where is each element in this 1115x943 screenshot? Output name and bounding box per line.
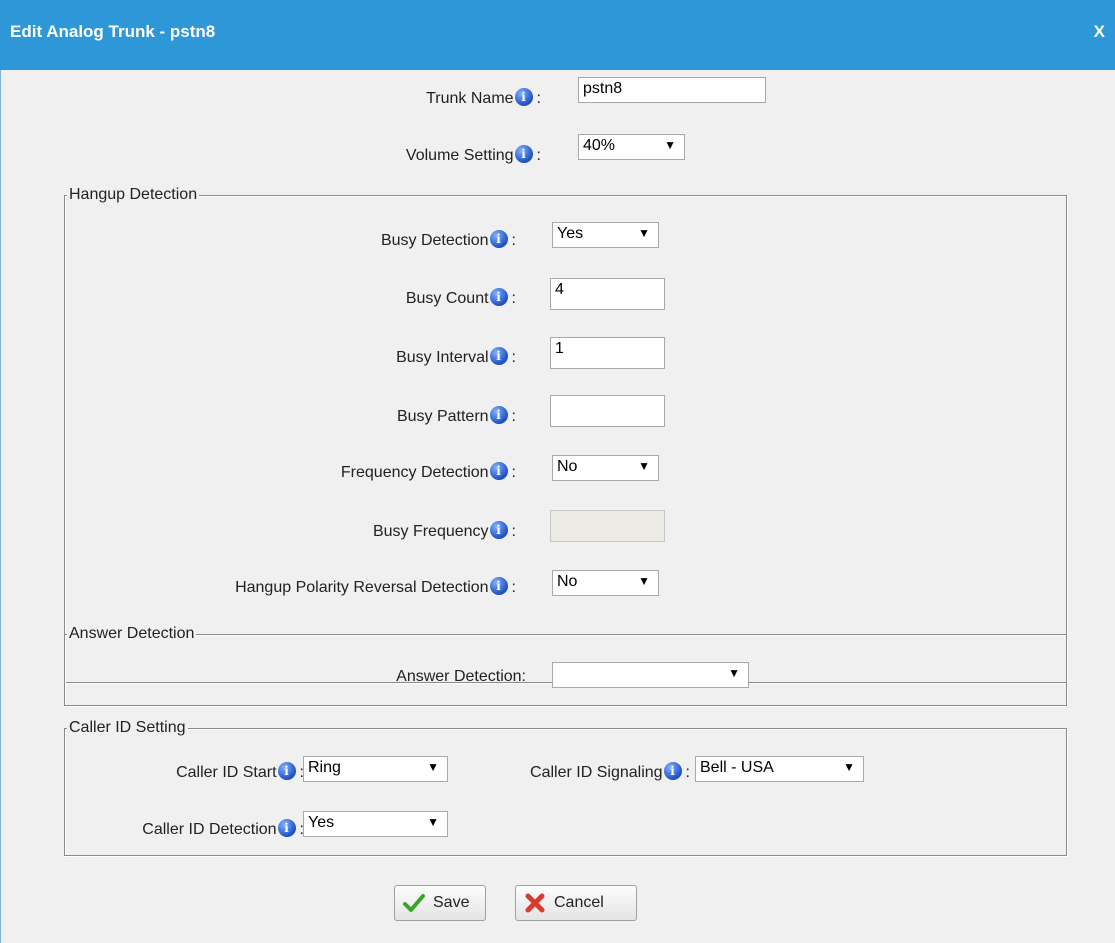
cancel-button[interactable]: Cancel	[515, 885, 637, 921]
checkmark-icon	[403, 892, 425, 914]
chevron-down-icon: ▼	[638, 226, 650, 240]
info-icon[interactable]: i	[514, 88, 533, 106]
chevron-down-icon: ▼	[638, 574, 650, 588]
dialog-title-bar[interactable]: Edit Analog Trunk - pstn8 X	[0, 0, 1115, 70]
chevron-down-icon: ▼	[664, 138, 676, 152]
caller-id-setting-legend: Caller ID Setting	[67, 719, 188, 737]
close-button[interactable]: X	[1094, 22, 1105, 42]
chevron-down-icon: ▼	[427, 815, 439, 829]
busy-count-input[interactable]: 4	[550, 278, 665, 310]
frequency-detection-select[interactable]: No ▼	[552, 455, 659, 481]
answer-detection-legend: Answer Detection	[67, 625, 197, 643]
frequency-detection-label: Frequency Detection i:	[340, 462, 516, 481]
chevron-down-icon: ▼	[728, 666, 740, 680]
info-icon[interactable]: i	[489, 521, 508, 539]
info-icon[interactable]: i	[277, 762, 296, 780]
save-button[interactable]: Save	[394, 885, 486, 921]
info-icon[interactable]: i	[514, 145, 533, 163]
info-icon[interactable]: i	[489, 462, 508, 480]
info-icon[interactable]: i	[489, 406, 508, 424]
busy-interval-input[interactable]: 1	[550, 337, 665, 369]
volume-setting-label: Volume Setting i:	[405, 145, 541, 164]
chevron-down-icon: ▼	[427, 760, 439, 774]
trunk-name-label: Trunk Name i:	[426, 88, 541, 107]
polarity-reversal-select[interactable]: No ▼	[552, 570, 659, 596]
hangup-detection-legend: Hangup Detection	[67, 186, 200, 204]
hangup-detection-group	[64, 195, 1067, 683]
caller-id-start-label: Caller ID Start i:	[176, 762, 304, 781]
dialog-title: Edit Analog Trunk - pstn8	[10, 22, 216, 41]
busy-interval-label: Busy Interval i:	[396, 347, 516, 366]
info-icon[interactable]: i	[489, 288, 508, 306]
caller-id-detection-select[interactable]: Yes ▼	[303, 811, 448, 837]
chevron-down-icon: ▼	[843, 760, 855, 774]
info-icon[interactable]: i	[277, 819, 296, 837]
caller-id-signaling-select[interactable]: Bell - USA ▼	[695, 756, 864, 782]
cross-icon	[524, 892, 546, 914]
caller-id-signaling-label: Caller ID Signaling i:	[530, 762, 690, 781]
info-icon[interactable]: i	[663, 762, 682, 780]
trunk-name-input[interactable]: pstn8	[578, 77, 766, 103]
busy-detection-select[interactable]: Yes ▼	[552, 222, 659, 248]
chevron-down-icon: ▼	[638, 459, 650, 473]
busy-frequency-input	[550, 510, 665, 542]
info-icon[interactable]: i	[489, 230, 508, 248]
busy-count-label: Busy Count i:	[405, 288, 516, 307]
busy-pattern-label: Busy Pattern i:	[396, 406, 516, 425]
info-icon[interactable]: i	[489, 347, 508, 365]
busy-frequency-label: Busy Frequency i:	[372, 521, 516, 540]
dialog-body: Trunk Name i: pstn8 Volume Setting i: 40% ▼…	[0, 70, 1114, 943]
volume-setting-select[interactable]: 40% ▼	[578, 134, 685, 160]
caller-id-start-select[interactable]: Ring ▼	[303, 756, 448, 782]
answer-detection-select[interactable]: ▼	[552, 662, 749, 688]
busy-pattern-input[interactable]	[550, 395, 665, 427]
edit-trunk-dialog: Edit Analog Trunk - pstn8 X Trunk Name i:…	[0, 0, 1115, 943]
info-icon[interactable]: i	[489, 577, 508, 595]
answer-detection-label: Answer Detection:	[396, 668, 526, 685]
polarity-reversal-label: Hangup Polarity Reversal Detection i:	[235, 577, 516, 596]
caller-id-detection-label: Caller ID Detection i:	[142, 819, 304, 838]
busy-detection-label: Busy Detection i:	[380, 230, 516, 249]
